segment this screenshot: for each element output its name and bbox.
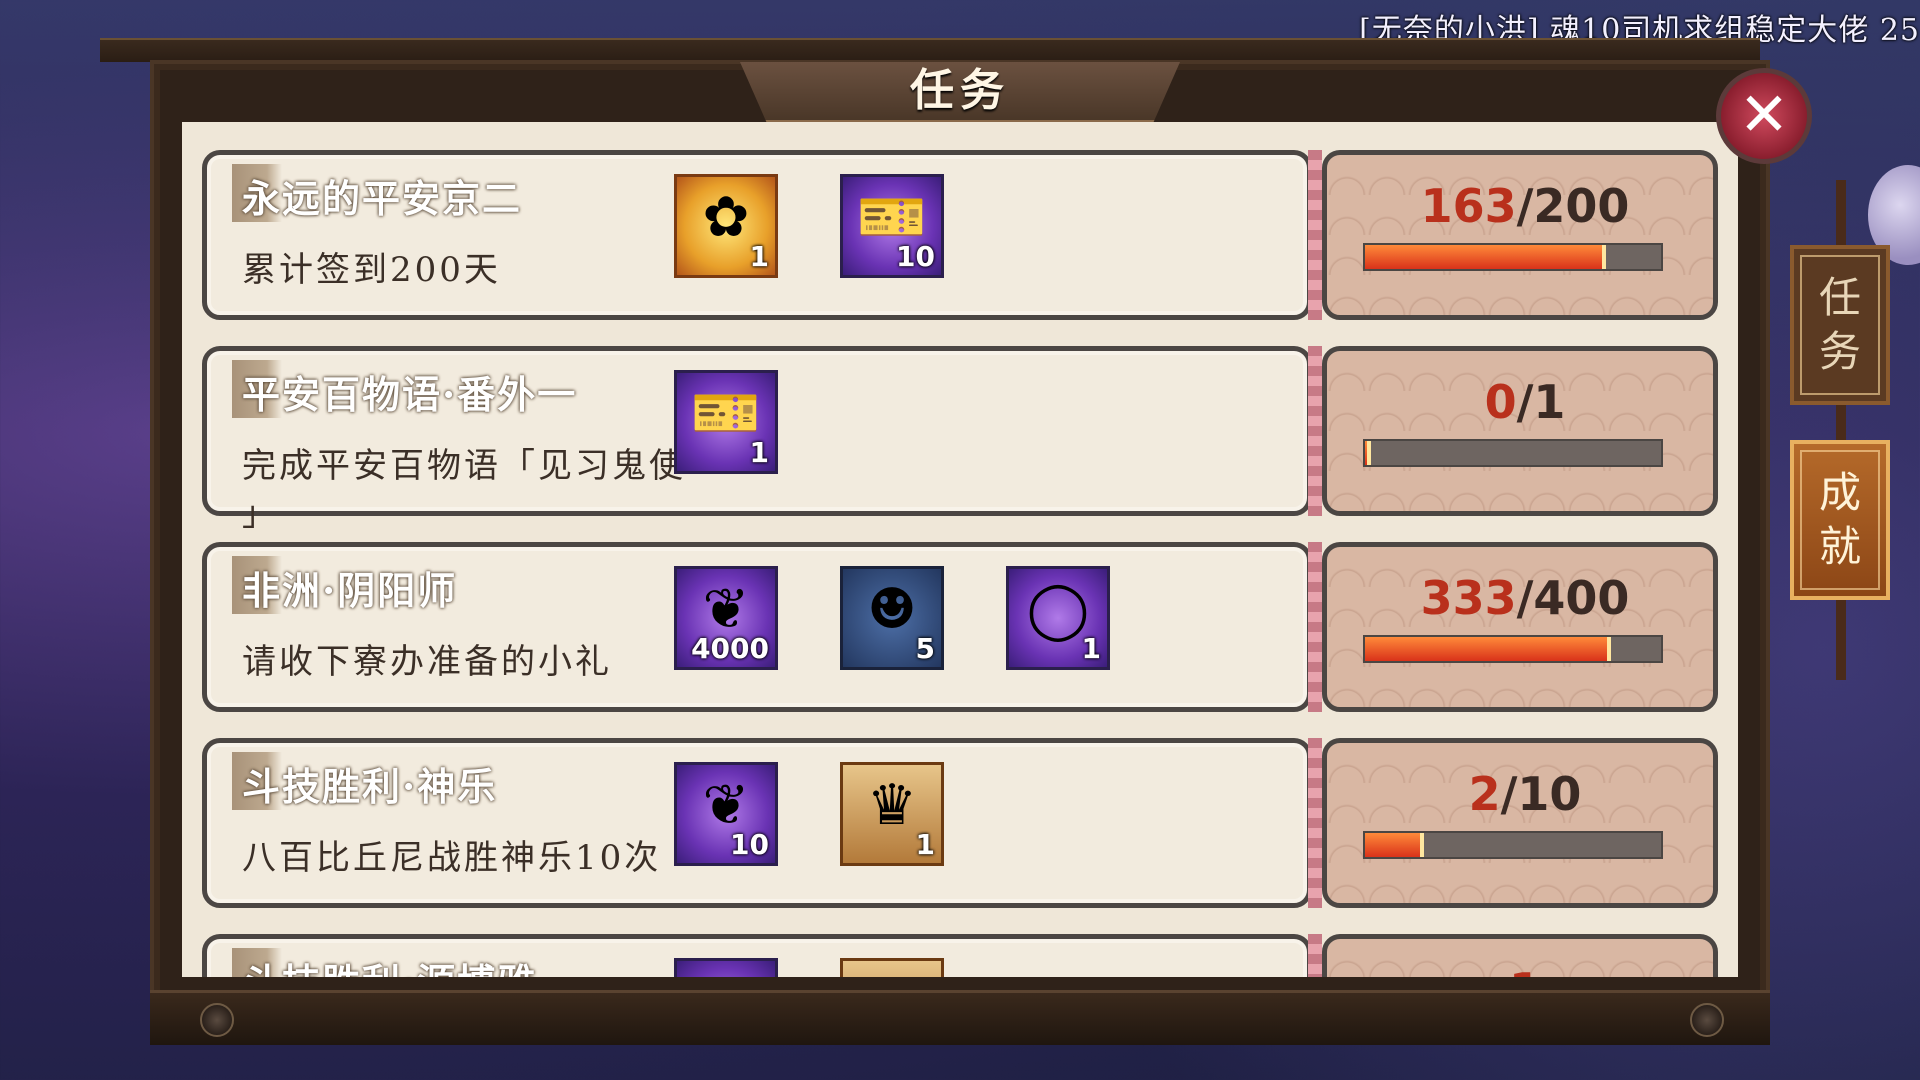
progress-text: 0/1 — [1327, 375, 1723, 429]
progress-bar — [1363, 439, 1663, 467]
progress-bar — [1363, 831, 1663, 859]
progress-text: 1 — [1327, 963, 1723, 977]
progress-panel: 1 — [1322, 934, 1718, 977]
task-description: 请收下寮办准备的小礼 — [242, 642, 612, 682]
frame-knob — [1690, 1003, 1724, 1037]
reward-count: 10 — [730, 828, 769, 861]
progress-text: 333/400 — [1327, 571, 1723, 625]
progress-total: /1 — [1516, 375, 1566, 429]
reward-count: 1 — [1081, 632, 1101, 665]
reward-slot[interactable]: 🎫 10 — [840, 174, 944, 278]
progress-panel: 0/1 — [1322, 346, 1718, 516]
progress-text: 163/200 — [1327, 179, 1723, 233]
frame-knob — [200, 1003, 234, 1037]
reward-count: 1 — [915, 828, 935, 861]
reward-count: 1 — [749, 436, 769, 469]
row-divider — [1308, 934, 1322, 977]
close-button[interactable]: ✕ — [1716, 68, 1812, 164]
progress-bar — [1363, 635, 1663, 663]
task-row[interactable]: 永远的平安京二累计签到200天 ✿ 1 🎫 10 163/200 — [202, 150, 1718, 320]
reward-count: 1 — [749, 240, 769, 273]
progress-panel: 333/400 — [1322, 542, 1718, 712]
reward-count: 10 — [896, 240, 935, 273]
row-divider — [1308, 738, 1322, 908]
reward-slot[interactable] — [674, 958, 778, 977]
reward-slot[interactable] — [840, 958, 944, 977]
reward-slot[interactable]: 🎫 1 — [674, 370, 778, 474]
progress-current: 0 — [1484, 375, 1517, 429]
tab-border — [1800, 255, 1880, 395]
task-row[interactable]: 斗技胜利·源博雅 1 — [202, 934, 1718, 977]
task-list[interactable]: 永远的平安京二 累计签到200天 ✿ 1 🎫 10 163/200 平安百物语·番外一 完成平安… — [182, 122, 1738, 977]
task-title: 永远的平安京二 — [242, 176, 523, 221]
progress-bar-fill — [1365, 245, 1607, 269]
page-title: 任务 — [910, 65, 1010, 116]
progress-total: /200 — [1516, 179, 1630, 233]
progress-total: /400 — [1516, 571, 1630, 625]
frame-bottom-beam — [150, 990, 1770, 1045]
tab-achievements[interactable]: 成 就 — [1790, 440, 1890, 600]
progress-current: 163 — [1420, 179, 1517, 233]
progress-panel: 163/200 — [1322, 150, 1718, 320]
task-description-cont: 」 — [242, 494, 276, 534]
progress-panel: 2/10 — [1322, 738, 1718, 908]
row-divider — [1308, 346, 1322, 516]
progress-bar-fill — [1365, 441, 1371, 465]
task-row[interactable]: 非洲·阴阳师请收下寮办准备的小礼 ❦ 4000 ☻ 5 ◯ 1 333/400 — [202, 542, 1718, 712]
tab-border — [1800, 450, 1880, 590]
task-description: 完成平安百物语「见习鬼使 — [242, 446, 686, 486]
progress-current: 333 — [1420, 571, 1517, 625]
reward-count: 4000 — [691, 632, 769, 665]
frame-top-beam — [100, 38, 1760, 62]
progress-bar — [1363, 243, 1663, 271]
tab-tasks[interactable]: 任 务 — [1790, 245, 1890, 405]
reward-slot[interactable]: ◯ 1 — [1006, 566, 1110, 670]
progress-bar-fill — [1365, 637, 1612, 661]
progress-total: /10 — [1500, 767, 1582, 821]
task-description: 累计签到200天 — [242, 250, 501, 290]
task-row[interactable]: 斗技胜利·神乐八百比丘尼战胜神乐10次 ❦ 10 ♛ 1 2/10 — [202, 738, 1718, 908]
task-description: 八百比丘尼战胜神乐10次 — [242, 838, 662, 878]
reward-slot[interactable]: ♛ 1 — [840, 762, 944, 866]
progress-current: 1 — [1509, 963, 1541, 977]
reward-slot[interactable]: ❦ 10 — [674, 762, 778, 866]
task-title: 非洲·阴阳师 — [242, 568, 458, 613]
row-divider — [1308, 542, 1322, 712]
task-row[interactable]: 平安百物语·番外一完成平安百物语「见习鬼使」 🎫 1 0/1 — [202, 346, 1718, 534]
progress-text: 2/10 — [1327, 767, 1723, 821]
reward-count: 5 — [915, 632, 935, 665]
progress-bar-fill — [1365, 833, 1425, 857]
row-divider — [1308, 150, 1322, 320]
task-title: 斗技胜利·源博雅 — [242, 952, 537, 977]
task-title: 斗技胜利·神乐 — [242, 764, 498, 809]
reward-slot[interactable]: ☻ 5 — [840, 566, 944, 670]
reward-slot[interactable]: ❦ 4000 — [674, 566, 778, 670]
task-title: 平安百物语·番外一 — [242, 372, 578, 417]
progress-current: 2 — [1468, 767, 1501, 821]
reward-slot[interactable]: ✿ 1 — [674, 174, 778, 278]
